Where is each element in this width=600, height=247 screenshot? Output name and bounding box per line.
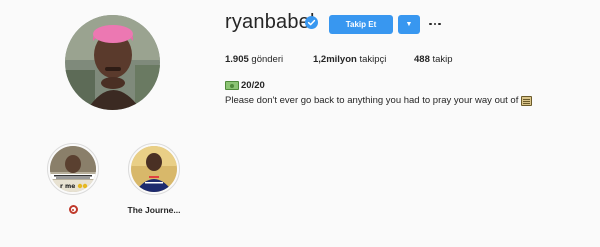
highlight-ring: r me: [47, 143, 99, 195]
followers-count[interactable]: 1,2milyon takipçi: [313, 54, 386, 65]
followers-label: takipçi: [356, 54, 387, 65]
following-count[interactable]: 488 takip: [414, 54, 453, 65]
bio-line-2: Please don't ever go back to anything yo…: [225, 95, 533, 106]
profile-avatar[interactable]: [65, 15, 160, 110]
story-highlight-2[interactable]: The Journe...: [124, 143, 184, 215]
highlight-label: [43, 205, 103, 214]
more-options-button[interactable]: [427, 16, 443, 32]
posts-count: 1.905 gönderi: [225, 54, 283, 65]
verified-badge-icon: [305, 16, 318, 29]
followers-value: 1,2milyon: [313, 54, 357, 65]
following-label: takip: [429, 54, 453, 65]
highlight-thumbnail: [131, 146, 177, 192]
book-icon: [521, 95, 533, 106]
posts-label: gönderi: [248, 54, 284, 65]
highlight-thumbnail: r me: [50, 146, 96, 192]
profile-username: ryanbabel: [225, 11, 315, 33]
bio-line-1: 20/20: [225, 80, 265, 91]
profile-page: ryanbabel Takip Et ▼ 1.905 gönderi 1,2mi…: [0, 0, 600, 247]
follow-button[interactable]: Takip Et: [329, 15, 393, 34]
posts-value: 1.905: [225, 54, 249, 65]
target-icon: [68, 205, 78, 214]
highlight-ring: [128, 143, 180, 195]
money-icon: [225, 81, 239, 90]
follow-options-button[interactable]: ▼: [398, 15, 420, 34]
ellipsis-icon: [429, 22, 432, 26]
highlight-label: The Journe...: [127, 205, 181, 215]
chevron-down-icon: ▼: [405, 21, 413, 28]
following-value: 488: [414, 54, 430, 65]
svg-text:r me: r me: [60, 183, 75, 190]
story-highlight-1[interactable]: r me: [43, 143, 103, 214]
bio-line-1-text: 20/20: [241, 80, 265, 91]
bio-line-2-text: Please don't ever go back to anything yo…: [225, 95, 519, 106]
